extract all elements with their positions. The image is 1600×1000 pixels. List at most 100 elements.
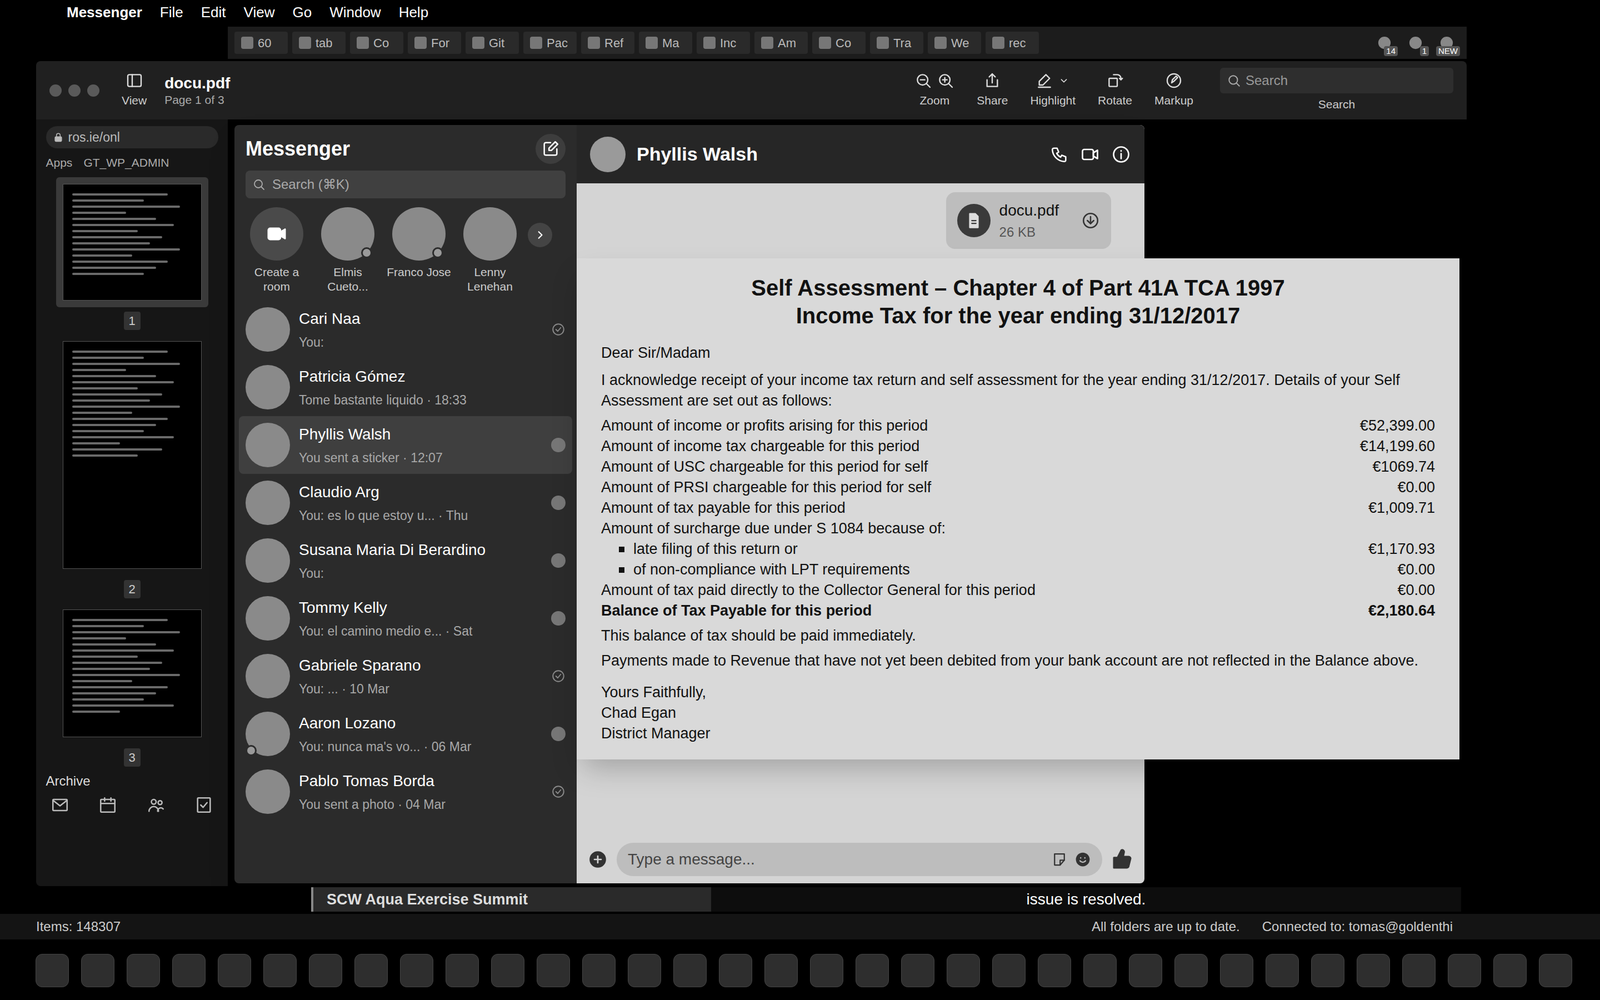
browser-tab[interactable]: For: [407, 31, 462, 54]
dock-app-icon[interactable]: [217, 953, 252, 988]
browser-tab[interactable]: Ref: [581, 31, 635, 54]
compose-icon[interactable]: [535, 133, 566, 164]
bookmark[interactable]: GT_WP_ADMIN: [83, 153, 169, 172]
dock-app-icon[interactable]: [1538, 953, 1573, 988]
extension-button[interactable]: 14: [1371, 31, 1398, 54]
conversation-row[interactable]: Pablo Tomas BordaYou sent a photo · 04 M…: [238, 762, 573, 821]
toolbar-sidebar-button[interactable]: View: [117, 71, 152, 110]
browser-tab[interactable]: Ma: [638, 31, 693, 54]
file-message[interactable]: docu.pdf26 KB: [946, 192, 1112, 249]
dock-app-icon[interactable]: [1037, 953, 1072, 988]
calendar-icon[interactable]: [98, 795, 118, 815]
dock-app-icon[interactable]: [992, 953, 1026, 988]
dock-app-icon[interactable]: [445, 953, 479, 988]
dock-app-icon[interactable]: [1356, 953, 1390, 988]
browser-tab[interactable]: rec: [985, 31, 1039, 54]
dock-app-icon[interactable]: [1493, 953, 1527, 988]
dock-app-icon[interactable]: [1265, 953, 1299, 988]
window-control-button[interactable]: [68, 84, 81, 97]
toolbar-highlight-button[interactable]: Highlight: [1025, 71, 1080, 110]
dock-app-icon[interactable]: [35, 953, 69, 988]
messenger-search-input[interactable]: [272, 174, 559, 195]
address-bar[interactable]: ros.ie/onl: [46, 126, 219, 149]
chat-contact-name[interactable]: Phyllis Walsh: [636, 140, 758, 169]
dock-app-icon[interactable]: [400, 953, 434, 988]
chevron-right-icon[interactable]: [527, 222, 553, 248]
browser-tab[interactable]: We: [927, 31, 982, 54]
video-call-icon[interactable]: [1080, 144, 1100, 165]
dock-app-icon[interactable]: [536, 953, 570, 988]
page-thumbnail[interactable]: [56, 602, 209, 744]
toolbar-markup-button[interactable]: Markup: [1150, 71, 1198, 110]
conversation-row[interactable]: Patricia GómezTome bastante liquido · 18…: [238, 358, 573, 417]
conversation-row[interactable]: Tommy KellyYou: el camino medio e... · S…: [238, 589, 573, 648]
dock-app-icon[interactable]: [308, 953, 343, 988]
menu-item[interactable]: Edit: [201, 1, 227, 24]
add-icon[interactable]: [587, 849, 608, 870]
story-item[interactable]: Franco Jose: [385, 207, 453, 280]
dock-app-icon[interactable]: [81, 953, 115, 988]
dock-app-icon[interactable]: [1083, 953, 1117, 988]
extension-button[interactable]: NEW: [1433, 31, 1460, 54]
dock-app-icon[interactable]: [718, 953, 753, 988]
browser-tab[interactable]: Tra: [870, 31, 924, 54]
thumbs-up-icon[interactable]: [1111, 848, 1134, 871]
browser-tab[interactable]: Co: [812, 31, 866, 54]
browser-tab[interactable]: Am: [754, 31, 808, 54]
conversation-row[interactable]: Gabriele SparanoYou: ... · 10 Mar: [238, 647, 573, 705]
conversation-row[interactable]: Claudio ArgYou: es lo que estoy u... · T…: [238, 473, 573, 532]
menu-item[interactable]: Help: [398, 1, 429, 24]
search-input[interactable]: [1245, 70, 1447, 91]
menu-item[interactable]: Window: [329, 1, 381, 24]
dock-app-icon[interactable]: [172, 953, 206, 988]
story-item[interactable]: Elmis Cueto...: [314, 207, 382, 294]
zoom-in-icon[interactable]: [936, 71, 955, 90]
dock-app-icon[interactable]: [491, 953, 525, 988]
dock-app-icon[interactable]: [673, 953, 707, 988]
menu-item[interactable]: File: [160, 1, 184, 24]
dock-app-icon[interactable]: [126, 953, 160, 988]
menu-item[interactable]: Go: [292, 1, 312, 24]
dock-app-icon[interactable]: [855, 953, 889, 988]
calendar-event[interactable]: SCW Aqua Exercise Summit: [311, 887, 712, 912]
toolbar-zoom-button[interactable]: Zoom: [910, 71, 959, 110]
app-menu[interactable]: Messenger: [66, 1, 143, 24]
dock-app-icon[interactable]: [627, 953, 662, 988]
dock-app-icon[interactable]: [1311, 953, 1345, 988]
tasks-icon[interactable]: [194, 795, 214, 815]
dock-app-icon[interactable]: [582, 953, 616, 988]
extension-button[interactable]: 1: [1402, 31, 1429, 54]
download-icon[interactable]: [1081, 211, 1100, 230]
conversation-row[interactable]: Susana Maria Di BerardinoYou:: [238, 531, 573, 590]
dock-app-icon[interactable]: [263, 953, 297, 988]
dock-app-icon[interactable]: [810, 953, 844, 988]
menu-item[interactable]: View: [243, 1, 275, 24]
browser-tab[interactable]: Inc: [696, 31, 750, 54]
folder-label[interactable]: Archive: [46, 771, 219, 792]
conversation-row[interactable]: Aaron LozanoYou: nunca ma's vo... · 06 M…: [238, 705, 573, 763]
phone-icon[interactable]: [1050, 145, 1069, 164]
people-icon[interactable]: [146, 795, 166, 815]
dock-app-icon[interactable]: [1447, 953, 1482, 988]
info-icon[interactable]: [1111, 144, 1132, 165]
page-thumbnail[interactable]: [56, 334, 209, 576]
sticker-icon[interactable]: [1051, 851, 1068, 868]
story-item[interactable]: Lenny Lenehan: [456, 207, 524, 294]
dock-app-icon[interactable]: [1128, 953, 1163, 988]
window-control-button[interactable]: [49, 84, 62, 97]
toolbar-rotate-button[interactable]: Rotate: [1093, 71, 1137, 110]
browser-tab[interactable]: Pac: [523, 31, 577, 54]
browser-tab[interactable]: tab: [292, 31, 346, 54]
dock-app-icon[interactable]: [1174, 953, 1208, 988]
story-item[interactable]: Create a room: [243, 207, 310, 294]
browser-tab[interactable]: Git: [465, 31, 519, 54]
window-control-button[interactable]: [87, 84, 100, 97]
conversation-row[interactable]: Cari NaaYou:: [238, 300, 573, 359]
zoom-out-icon[interactable]: [914, 71, 933, 90]
dock-app-icon[interactable]: [901, 953, 935, 988]
dock-app-icon[interactable]: [764, 953, 798, 988]
conversation-row[interactable]: Phyllis WalshYou sent a sticker · 12:07: [238, 416, 573, 474]
bookmark[interactable]: Apps: [46, 153, 73, 172]
browser-tab[interactable]: Co: [350, 31, 404, 54]
message-input[interactable]: [627, 847, 1045, 872]
